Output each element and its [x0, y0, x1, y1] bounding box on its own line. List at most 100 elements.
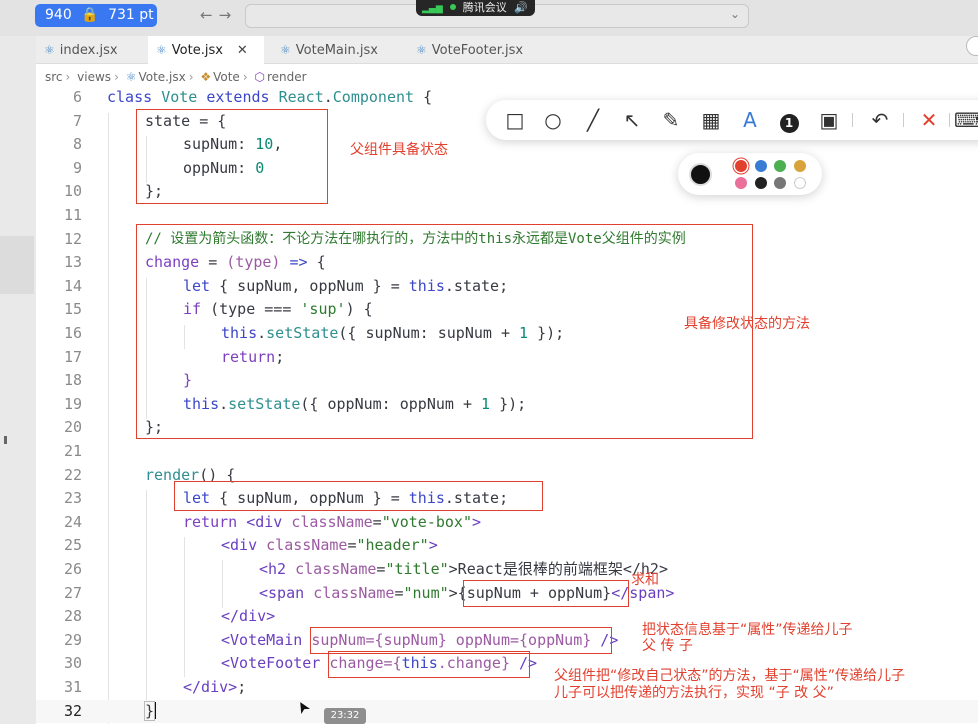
screen-height: 731 [108, 7, 135, 23]
token: </div> [183, 678, 238, 696]
breadcrumb-item[interactable]: Vote.jsx [138, 70, 185, 84]
line-number: 12 [63, 229, 82, 248]
window-control-button[interactable] [966, 36, 978, 56]
color-palette [678, 153, 822, 195]
line-number: 28 [63, 607, 82, 626]
color-swatch-gray[interactable] [774, 177, 786, 189]
speaker-icon: 🔊 [514, 1, 528, 14]
color-swatch-red[interactable] [735, 160, 747, 172]
breadcrumb-item[interactable]: Vote [213, 70, 240, 84]
token: > [472, 512, 482, 531]
breadcrumb-item[interactable]: render [267, 70, 307, 84]
activity-bar-marker [4, 436, 7, 444]
color-swatch-blue[interactable] [755, 160, 767, 172]
back-arrow-icon[interactable]: ← [200, 6, 219, 24]
token: return [183, 512, 238, 531]
code-editor[interactable]: 6 class Vote extends React.Component { 7… [36, 90, 978, 724]
annotation-note-state: 父组件具备状态 [350, 142, 448, 158]
tab-index-jsx[interactable]: ⚛ index.jsx [36, 36, 148, 64]
toolbar-divider [949, 113, 950, 127]
token: = [394, 583, 404, 602]
token: ; [237, 678, 247, 696]
color-swatch-orange[interactable] [794, 160, 806, 172]
close-icon[interactable]: ✕ [237, 43, 248, 58]
line-number: 11 [63, 206, 82, 224]
meeting-label: 腾讯会议 [462, 1, 507, 14]
token: > [428, 536, 438, 555]
color-swatch-pink[interactable] [735, 177, 747, 189]
color-swatch-white[interactable] [794, 177, 806, 189]
keyboard-icon[interactable]: ⌨ [954, 106, 978, 134]
text-tool-icon[interactable]: A [736, 106, 764, 134]
react-icon: ⚛ [44, 43, 55, 57]
nav-arrows[interactable]: ←→ [200, 6, 237, 24]
line-number: 14 [63, 276, 82, 295]
tab-vote-jsx[interactable]: ⚛ Vote.jsx ✕ [148, 36, 264, 64]
tab-votefooter-jsx[interactable]: ⚛ VoteFooter.jsx [408, 36, 548, 64]
tab-label: Vote.jsx [171, 43, 223, 58]
chevron-right-icon: › [188, 70, 194, 84]
annotation-note-footer-2: 儿子可以把传递的方法执行，实现 “子 改 父” [554, 685, 834, 701]
token: <VoteMain [221, 630, 303, 649]
line-number: 32 [63, 701, 82, 720]
code-text: <h2 className="title">React是很棒的前端框架</h2> [259, 558, 668, 582]
arrow-tool-icon[interactable]: ↖ [618, 106, 646, 134]
forward-arrow-icon[interactable]: → [219, 6, 238, 24]
line-number: 18 [63, 371, 82, 390]
color-swatch-green[interactable] [774, 160, 786, 172]
breadcrumb: src › views › ⚛ Vote.jsx › ❖ Vote › ⬡ render [36, 64, 978, 90]
code-line: 26 <h2 className="title">React是很棒的前端框架</… [36, 558, 978, 582]
highlight-box-tool-icon[interactable]: ▣ [815, 106, 843, 134]
token: Vote [161, 90, 198, 106]
lock-icon: 🔒 [81, 7, 99, 23]
annotation-box-votefooter-props [328, 651, 530, 678]
code-line-current: 32 } [36, 699, 978, 724]
chevron-right-icon: › [242, 70, 248, 84]
line-number: 15 [63, 300, 82, 319]
class-icon: ❖ [200, 70, 212, 84]
annotation-note-sum: 求和 [631, 572, 659, 588]
current-color-swatch[interactable] [689, 163, 712, 186]
rectangle-tool-icon[interactable]: □ [501, 106, 529, 134]
code-text: </div> [221, 607, 276, 626]
line-number: 31 [63, 678, 82, 696]
pen-tool-icon[interactable]: ✎ [657, 106, 685, 134]
line-tool-icon[interactable]: ╱ [579, 106, 607, 134]
video-time-badge: 23:32 [324, 708, 366, 724]
annotation-note-footer-1: 父组件把“修改自己状态”的方法，基于“属性”传递给儿子 [554, 668, 906, 684]
line-number: 27 [63, 583, 82, 602]
line-number: 10 [63, 182, 82, 201]
line-number: 19 [63, 394, 82, 413]
token: <h2 [259, 560, 287, 578]
signal-icon: ▂▄▆ [422, 4, 443, 14]
code-text: class Vote extends React.Component { [107, 90, 432, 110]
line-number: 20 [63, 418, 82, 437]
mosaic-tool-icon[interactable]: ▦ [697, 106, 725, 134]
editor-tabs: ⚛ index.jsx ⚛ Vote.jsx ✕ ⚛ VoteMain.jsx ⚛ Vot… [36, 36, 978, 64]
undo-icon[interactable]: ↶ [866, 106, 894, 134]
toolbar-divider [903, 113, 904, 127]
breadcrumb-item[interactable]: src [45, 70, 63, 84]
token: extends [206, 90, 270, 106]
line-number: 13 [63, 253, 82, 272]
circle-tool-icon[interactable]: ○ [539, 106, 567, 134]
tab-label: VoteFooter.jsx [431, 43, 524, 58]
close-icon[interactable]: ✕ [915, 106, 943, 134]
chevron-down-icon[interactable]: ⌄ [730, 7, 740, 21]
react-icon: ⚛ [416, 43, 427, 57]
color-swatch-black[interactable] [755, 177, 767, 189]
method-icon: ⬡ [254, 70, 265, 84]
token: <span [259, 583, 305, 602]
line-number: 30 [63, 654, 82, 673]
code-text: </div>; [183, 676, 246, 700]
number-marker-tool-icon[interactable]: 1 [775, 106, 803, 134]
tab-votemain-jsx[interactable]: ⚛ VoteMain.jsx [272, 36, 402, 64]
code-line: 21 [36, 440, 978, 464]
line-number: 22 [63, 465, 82, 484]
token: "vote-box" [381, 512, 472, 531]
breadcrumb-item[interactable]: views [77, 70, 111, 84]
line-number: 8 [72, 135, 82, 154]
token: <div [246, 512, 283, 531]
chevron-right-icon: › [65, 70, 71, 84]
token: className [266, 536, 348, 555]
